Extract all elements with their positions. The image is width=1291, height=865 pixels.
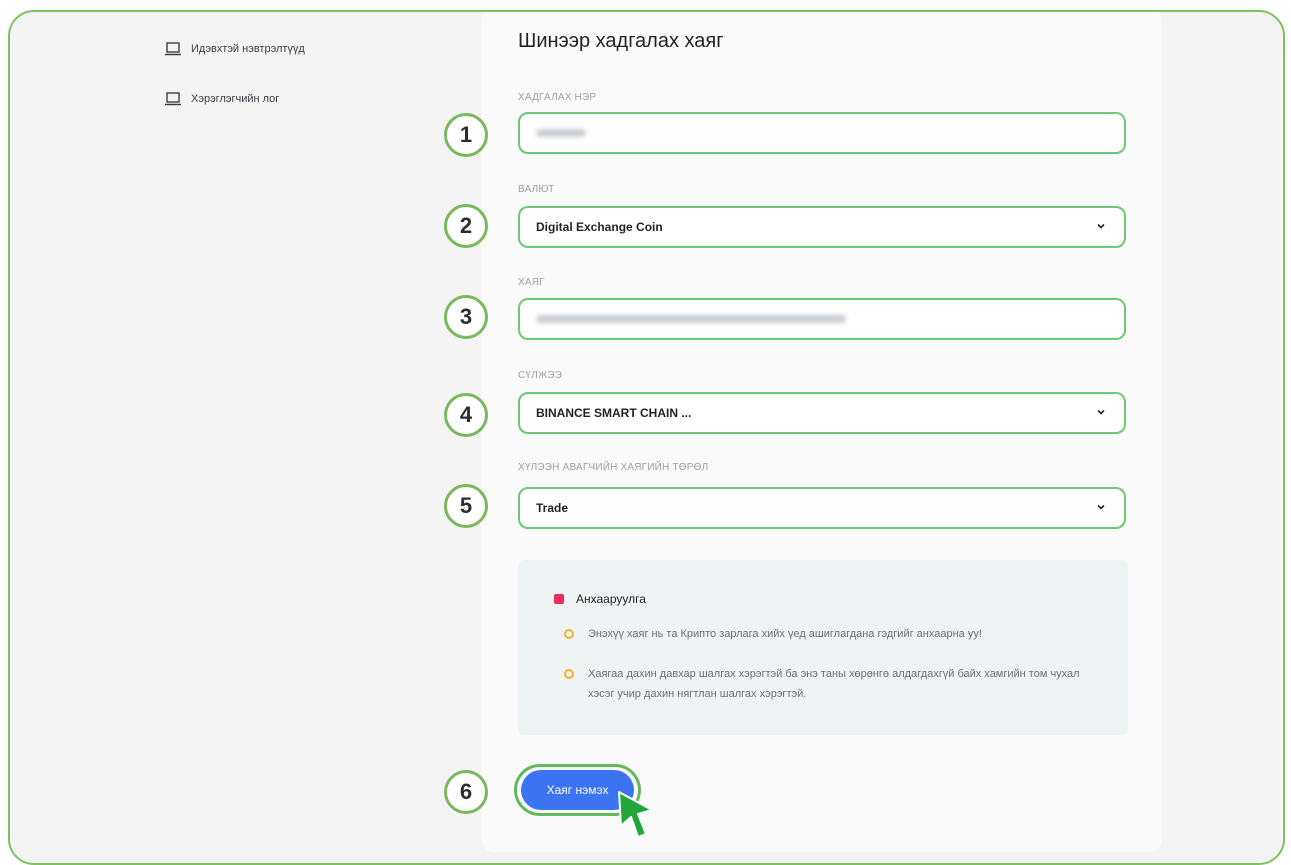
- currency-select[interactable]: Digital Exchange Coin: [518, 206, 1126, 248]
- step-badge-1: 1: [444, 113, 488, 157]
- step-badge-5: 5: [444, 484, 488, 528]
- circle-bullet-icon: [564, 629, 574, 639]
- blurred-value: [536, 129, 586, 137]
- name-label: ХАДГАЛАХ НЭР: [518, 92, 597, 103]
- type-label: ХҮЛЭЭН АВАГЧИЙН ХАЯГИЙН ТӨРӨЛ: [518, 462, 709, 473]
- app-frame: Идэвхтэй нэвтрэлтүүд Хэрэглэгчийн лог Ши…: [8, 10, 1285, 865]
- chevron-down-icon: [1097, 409, 1105, 415]
- address-label: ХАЯГ: [518, 277, 545, 288]
- laptop-icon: [165, 92, 181, 106]
- warning-item: Энэхүү хаяг нь та Крипто зарлага хийх үе…: [564, 624, 1084, 644]
- warning-text: Хаягаа дахин давхар шалгах хэрэгтэй ба э…: [588, 668, 1080, 700]
- step-badge-3: 3: [444, 295, 488, 339]
- step-badge-6: 6: [444, 770, 488, 814]
- blurred-value: [536, 315, 846, 323]
- chevron-down-icon: [1097, 504, 1105, 510]
- laptop-icon: [165, 42, 181, 56]
- page-title: Шинээр хадгалах хаяг: [518, 30, 724, 52]
- step-badge-4: 4: [444, 393, 488, 437]
- sidebar: Идэвхтэй нэвтрэлтүүд Хэрэглэгчийн лог: [10, 12, 480, 863]
- warning-item: Хаягаа дахин давхар шалгах хэрэгтэй ба э…: [564, 664, 1084, 704]
- network-label: СҮЛЖЭЭ: [518, 370, 563, 381]
- warning-title: Анхааруулга: [576, 592, 646, 606]
- network-value: BINANCE SMART CHAIN ...: [536, 406, 692, 420]
- warning-square-icon: [554, 594, 564, 604]
- sidebar-item-label: Идэвхтэй нэвтрэлтүүд: [191, 43, 305, 55]
- currency-value: Digital Exchange Coin: [536, 220, 663, 234]
- pointer-cursor-icon: [618, 791, 653, 838]
- sidebar-item-label: Хэрэглэгчийн лог: [191, 93, 280, 105]
- name-input[interactable]: [518, 112, 1126, 154]
- address-type-select[interactable]: Trade: [518, 487, 1126, 529]
- type-value: Trade: [536, 501, 569, 515]
- address-input[interactable]: [518, 298, 1126, 340]
- circle-bullet-icon: [564, 669, 574, 679]
- warning-box: Анхааруулга Энэхүү хаяг нь та Крипто зар…: [518, 560, 1128, 735]
- step-badge-2: 2: [444, 204, 488, 248]
- warning-header: Анхааруулга: [554, 592, 646, 606]
- sidebar-item-user-log[interactable]: Хэрэглэгчийн лог: [165, 92, 279, 106]
- chevron-down-icon: [1097, 223, 1105, 229]
- network-select[interactable]: BINANCE SMART CHAIN ...: [518, 392, 1126, 434]
- warning-text: Энэхүү хаяг нь та Крипто зарлага хийх үе…: [588, 628, 982, 640]
- sidebar-item-active-sessions[interactable]: Идэвхтэй нэвтрэлтүүд: [165, 42, 305, 56]
- currency-label: ВАЛЮТ: [518, 184, 555, 195]
